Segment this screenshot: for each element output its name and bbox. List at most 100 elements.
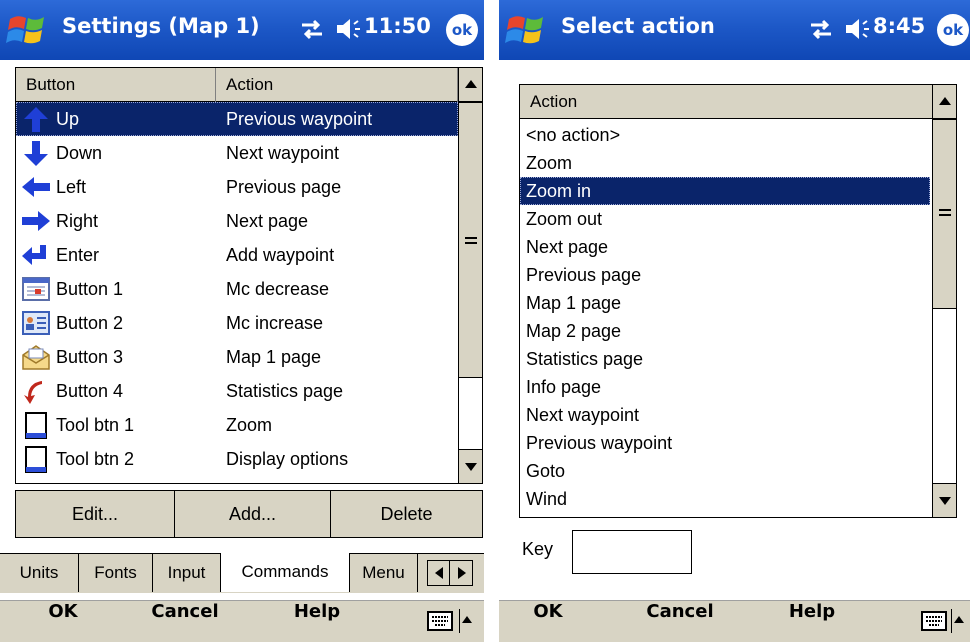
action-name: Zoom out bbox=[526, 209, 603, 229]
connectivity-icon[interactable] bbox=[807, 16, 835, 42]
settings-screen: Settings (Map 1) 11:50 ok Button Action … bbox=[0, 0, 484, 642]
list-item[interactable]: Button 1 Mc decrease bbox=[16, 272, 458, 306]
ok-softkey[interactable]: OK bbox=[513, 601, 583, 642]
scroll-thumb[interactable] bbox=[459, 102, 482, 378]
tab-menu[interactable]: Menu bbox=[350, 554, 418, 592]
list-item[interactable]: Button 4 Statistics page bbox=[16, 374, 458, 408]
scroll-thumb[interactable] bbox=[933, 119, 956, 309]
list-header: Button Action bbox=[16, 68, 458, 102]
list-header: Action bbox=[520, 85, 932, 119]
list-item[interactable]: Down Next waypoint bbox=[16, 136, 458, 170]
ok-close-button[interactable]: ok bbox=[937, 14, 969, 46]
help-softkey[interactable]: Help bbox=[767, 601, 857, 642]
tab-scroll-left-button[interactable] bbox=[428, 561, 450, 585]
list-item[interactable]: Tool btn 1 Zoom bbox=[16, 408, 458, 442]
list-item[interactable]: Next page bbox=[520, 233, 930, 261]
list-item[interactable]: <no action> bbox=[520, 121, 930, 149]
edit-button[interactable]: Edit... bbox=[15, 490, 175, 538]
action-name: Map 2 page bbox=[526, 321, 622, 341]
add-button[interactable]: Add... bbox=[174, 490, 331, 538]
tab-input[interactable]: Input bbox=[153, 554, 221, 592]
scroll-up-button[interactable] bbox=[459, 68, 482, 102]
button-name: Button 2 bbox=[56, 313, 124, 333]
action-name: Add waypoint bbox=[226, 245, 335, 265]
list-item[interactable]: Info page bbox=[520, 373, 930, 401]
speaker-icon[interactable] bbox=[843, 16, 871, 42]
button-name: Tool btn 1 bbox=[56, 415, 135, 435]
action-name: Info page bbox=[526, 377, 602, 397]
device-icon bbox=[25, 446, 47, 473]
button-name: Right bbox=[56, 211, 99, 231]
calendar-icon bbox=[22, 277, 50, 301]
ok-softkey[interactable]: OK bbox=[28, 601, 98, 642]
list-item[interactable]: Button 3 Map 1 page bbox=[16, 340, 458, 374]
column-header-action[interactable]: Action bbox=[520, 85, 932, 119]
grip-icon bbox=[465, 237, 477, 244]
list-item[interactable]: Map 1 page bbox=[520, 289, 930, 317]
keyboard-icon[interactable] bbox=[921, 611, 947, 631]
chevron-right-icon bbox=[458, 567, 466, 579]
list-item[interactable]: Button 2 Mc increase bbox=[16, 306, 458, 340]
list-item[interactable]: Statistics page bbox=[520, 345, 930, 373]
contacts-icon bbox=[22, 311, 50, 335]
input-panel-toggle[interactable] bbox=[951, 609, 965, 633]
column-header-button[interactable]: Button bbox=[16, 68, 216, 102]
scroll-down-button[interactable] bbox=[933, 483, 956, 517]
action-name: Zoom bbox=[226, 415, 273, 435]
cancel-softkey[interactable]: Cancel bbox=[625, 601, 735, 642]
action-name: Goto bbox=[526, 461, 566, 481]
list-item[interactable]: Next waypoint bbox=[520, 401, 930, 429]
start-menu-icon[interactable] bbox=[6, 11, 50, 49]
keyboard-icon[interactable] bbox=[427, 611, 453, 631]
ok-close-button[interactable]: ok bbox=[446, 14, 478, 46]
title-bar: Settings (Map 1) 11:50 ok bbox=[0, 0, 484, 60]
list-item[interactable]: Right Next page bbox=[16, 204, 458, 238]
key-field[interactable] bbox=[572, 530, 692, 574]
scroll-down-button[interactable] bbox=[459, 449, 482, 483]
chevron-down-icon bbox=[465, 463, 477, 471]
button-action-list[interactable]: Button Action Up Previous waypoint Down Nex… bbox=[15, 67, 483, 484]
chevron-up-icon bbox=[462, 616, 472, 623]
list-item[interactable]: Zoom in bbox=[520, 177, 930, 205]
list-item[interactable]: Wind bbox=[520, 485, 930, 513]
list-item[interactable]: Tool btn 2 Display options bbox=[16, 442, 458, 476]
scroll-up-button[interactable] bbox=[933, 85, 956, 119]
action-name: Display options bbox=[226, 449, 349, 469]
tab-strip: Units Fonts Input Commands Menu bbox=[0, 553, 484, 593]
key-label: Key bbox=[522, 539, 554, 559]
clock[interactable]: 8:45 bbox=[873, 14, 925, 38]
list-item[interactable]: Zoom bbox=[520, 149, 930, 177]
tab-units[interactable]: Units bbox=[0, 554, 79, 592]
help-softkey[interactable]: Help bbox=[272, 601, 362, 642]
cancel-softkey[interactable]: Cancel bbox=[130, 601, 240, 642]
list-item[interactable]: Map 2 page bbox=[520, 317, 930, 345]
input-panel-toggle[interactable] bbox=[459, 609, 473, 633]
action-list[interactable]: Action <no action> Zoom Zoom in Zoom out Nex… bbox=[519, 84, 957, 518]
tab-fonts[interactable]: Fonts bbox=[79, 554, 153, 592]
softkey-bar: OK Cancel Help bbox=[499, 600, 970, 642]
action-name: Next page bbox=[226, 211, 309, 231]
list-scrollbar[interactable] bbox=[458, 68, 482, 483]
start-menu-icon[interactable] bbox=[505, 11, 549, 49]
clock[interactable]: 11:50 bbox=[364, 14, 431, 38]
list-item[interactable]: Goto bbox=[520, 457, 930, 485]
delete-button[interactable]: Delete bbox=[330, 490, 483, 538]
action-name: Zoom bbox=[526, 153, 573, 173]
tab-commands[interactable]: Commands bbox=[221, 553, 350, 592]
chevron-up-icon bbox=[939, 97, 951, 105]
tab-scroll-right-button[interactable] bbox=[450, 561, 472, 585]
list-item[interactable]: Zoom out bbox=[520, 205, 930, 233]
arrow-right-icon bbox=[22, 211, 50, 231]
list-item[interactable]: Up Previous waypoint bbox=[16, 102, 458, 136]
list-scrollbar[interactable] bbox=[932, 85, 956, 517]
column-header-action[interactable]: Action bbox=[216, 68, 458, 102]
list-item[interactable]: Enter Add waypoint bbox=[16, 238, 458, 272]
action-name: Previous page bbox=[226, 177, 342, 197]
list-item[interactable]: Left Previous page bbox=[16, 170, 458, 204]
speaker-icon[interactable] bbox=[334, 16, 362, 42]
chevron-up-icon bbox=[954, 616, 964, 623]
list-item[interactable]: Previous page bbox=[520, 261, 930, 289]
list-item[interactable]: Previous waypoint bbox=[520, 429, 930, 457]
action-name: Mc decrease bbox=[226, 279, 330, 299]
connectivity-icon[interactable] bbox=[298, 16, 326, 42]
